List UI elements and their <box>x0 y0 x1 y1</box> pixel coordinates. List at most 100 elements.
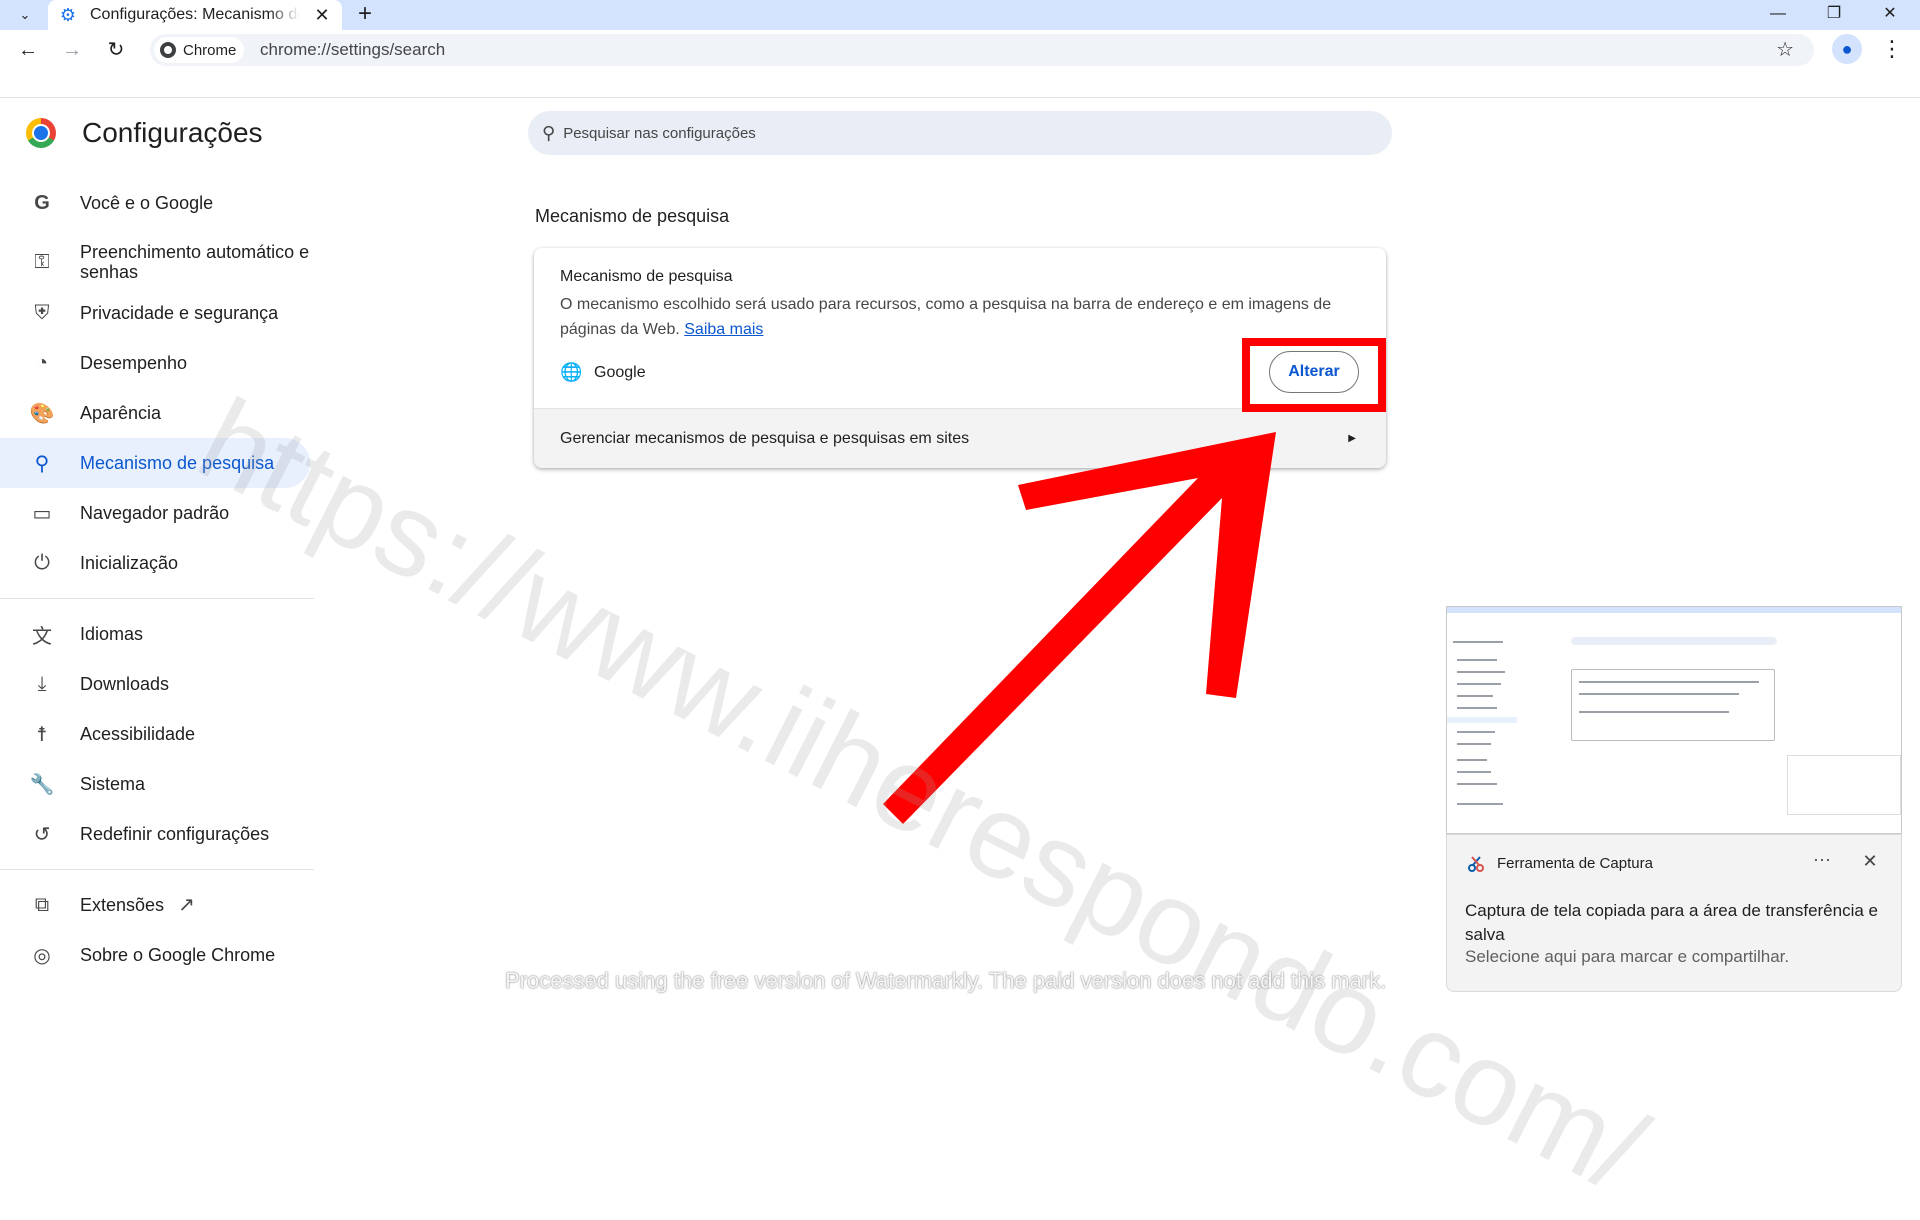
sidebar-item-system[interactable]: 🔧 Sistema <box>0 759 310 809</box>
current-engine: 🌐 Google <box>560 362 646 383</box>
sidebar-item-label: Extensões ↗ <box>80 895 195 915</box>
bookmark-star-icon[interactable]: ☆ <box>1776 34 1794 66</box>
sidebar-item-search-engine[interactable]: ⚲ Mecanismo de pesquisa <box>0 438 310 488</box>
arrow-right-icon: ▶ <box>1348 433 1356 444</box>
search-input[interactable] <box>563 124 1344 142</box>
more-menu-icon[interactable]: ⋮ <box>1880 34 1904 66</box>
sidebar-item-label: Downloads <box>80 674 170 694</box>
sidebar-item-languages[interactable]: 文 Idiomas <box>0 609 310 659</box>
watermark-url: https://www.iiherespondo.com/ <box>179 373 1665 1218</box>
more-options-icon[interactable]: ··· <box>1807 849 1837 870</box>
thumbnail-line <box>1453 641 1503 643</box>
capture-thumbnail[interactable] <box>1446 606 1902 834</box>
sidebar-item-autofill[interactable]: ⚿ Preenchimento automático e senhas <box>0 234 310 290</box>
tab-close-icon[interactable]: ✕ <box>312 5 332 26</box>
thumbnail-line <box>1457 743 1491 745</box>
chevron-down-icon: ⌄ <box>19 7 31 22</box>
puzzle-icon: ⧉ <box>34 893 50 916</box>
browser-toolbar: ← → ↻ Chrome chrome://settings/search ☆ … <box>0 30 1920 70</box>
settings-search[interactable]: ⚲ <box>528 111 1392 155</box>
thumbnail-line <box>1457 659 1497 661</box>
wrench-icon: 🔧 <box>29 773 55 796</box>
thumbnail-line <box>1457 707 1497 709</box>
thumbnail-card <box>1571 669 1775 741</box>
site-info-chip[interactable]: Chrome <box>154 37 245 63</box>
browser-window-icon: ▭ <box>32 502 52 525</box>
thumbnail-nested <box>1787 755 1901 815</box>
sidebar-item-accessibility[interactable]: ☨ Acessibilidade <box>0 709 310 759</box>
thumbnail-active-item <box>1447 717 1517 723</box>
restore-button[interactable]: ❐ <box>1808 0 1860 30</box>
download-icon: ⤓ <box>37 672 47 695</box>
sidebar-item-startup[interactable]: ⏻ Inicialização <box>0 538 310 588</box>
toolbar-divider <box>0 97 1920 98</box>
search-icon: ⚲ <box>542 122 556 143</box>
search-icon: ⚲ <box>34 452 50 475</box>
sidebar-item-label: Acessibilidade <box>80 724 196 744</box>
sidebar-divider <box>0 869 314 870</box>
sidebar-item-reset[interactable]: ↺ Redefinir configurações <box>0 809 310 859</box>
thumbnail-line <box>1457 771 1491 773</box>
palette-icon: 🎨 <box>29 402 55 425</box>
sidebar-item-label: Mecanismo de pesquisa <box>80 453 275 473</box>
learn-more-link[interactable]: Saiba mais <box>684 321 763 338</box>
thumbnail-line <box>1457 695 1493 697</box>
sidebar-item-privacy[interactable]: ⛨ Privacidade e segurança <box>0 288 310 338</box>
key-icon: ⚿ <box>34 250 50 273</box>
card-heading: Mecanismo de pesquisa <box>560 268 733 285</box>
thumbnail-line <box>1457 783 1497 785</box>
back-button[interactable]: ← <box>12 34 44 66</box>
sidebar-item-appearance[interactable]: 🎨 Aparência <box>0 388 310 438</box>
sidebar-item-label: Inicialização <box>80 553 179 573</box>
reload-button[interactable]: ↻ <box>100 34 132 66</box>
settings-header: Configurações <box>26 117 263 149</box>
chrome-icon <box>160 42 176 58</box>
sidebar-item-default-browser[interactable]: ▭ Navegador padrão <box>0 488 310 538</box>
google-g-icon: G <box>34 191 50 214</box>
new-tab-button[interactable]: + <box>354 0 376 28</box>
sidebar-item-label: Redefinir configurações <box>80 824 270 844</box>
sidebar-item-label: Preenchimento automático e senhas <box>80 242 310 282</box>
sidebar-item-voce-e-o-google[interactable]: G Você e o Google <box>0 178 310 228</box>
notification-app-name: Ferramenta de Captura <box>1497 855 1653 872</box>
thumbnail-line <box>1457 671 1505 673</box>
description-text: O mecanismo escolhido será usado para re… <box>560 296 1332 338</box>
chrome-icon: ◎ <box>33 944 51 967</box>
manage-label: Gerenciar mecanismos de pesquisa e pesqu… <box>560 429 970 447</box>
sidebar-item-downloads[interactable]: ⤓ Downloads <box>0 659 310 709</box>
sidebar-item-about[interactable]: ◎ Sobre o Google Chrome <box>0 930 310 980</box>
manage-search-engines-row[interactable]: Gerenciar mecanismos de pesquisa e pesqu… <box>534 408 1386 468</box>
thumbnail-search <box>1571 637 1777 645</box>
sidebar-item-label: Aparência <box>80 403 162 423</box>
power-icon: ⏻ <box>34 551 50 574</box>
minimize-button[interactable]: — <box>1752 0 1804 30</box>
tab-settings[interactable]: ⚙ Configurações: Mecanismo de pesquisa ✕ <box>48 0 342 30</box>
translate-icon: 文 <box>32 625 52 648</box>
sidebar-item-label: Sobre o Google Chrome <box>80 945 276 965</box>
forward-button[interactable]: → <box>56 34 88 66</box>
engine-name: Google <box>594 363 646 381</box>
watermark-note: Processed using the free version of Wate… <box>505 968 1387 993</box>
sidebar-item-performance[interactable]: ◔ Desempenho <box>0 338 310 388</box>
globe-icon: 🌐 <box>560 362 583 382</box>
close-icon[interactable]: ✕ <box>1855 851 1885 872</box>
sidebar-item-label: Desempenho <box>80 353 188 373</box>
snipping-tool-notification[interactable]: Ferramenta de Captura ··· ✕ Captura de t… <box>1446 834 1902 992</box>
notification-subtext: Selecione aqui para marcar e compartilha… <box>1465 947 1790 966</box>
sidebar-item-label: Sistema <box>80 774 146 794</box>
address-bar[interactable]: Chrome chrome://settings/search ☆ <box>150 34 1814 66</box>
thumbnail-line <box>1457 803 1503 805</box>
scissors-icon <box>1468 856 1484 872</box>
sidebar-item-label: Navegador padrão <box>80 503 230 523</box>
tab-search-button[interactable]: ⌄ <box>8 3 42 27</box>
extensions-label: Extensões <box>80 895 165 915</box>
sidebar-item-label: Idiomas <box>80 624 144 644</box>
sidebar-item-label: Privacidade e segurança <box>80 303 279 323</box>
close-window-button[interactable]: ✕ <box>1864 0 1916 30</box>
url-text[interactable]: chrome://settings/search <box>260 34 445 66</box>
profile-avatar-icon[interactable]: ● <box>1832 34 1862 64</box>
thumbnail-line <box>1457 759 1487 761</box>
sidebar-item-extensions[interactable]: ⧉ Extensões ↗ <box>0 880 310 930</box>
thumbnail-tabbar <box>1447 607 1901 613</box>
highlight-box <box>1242 338 1386 412</box>
